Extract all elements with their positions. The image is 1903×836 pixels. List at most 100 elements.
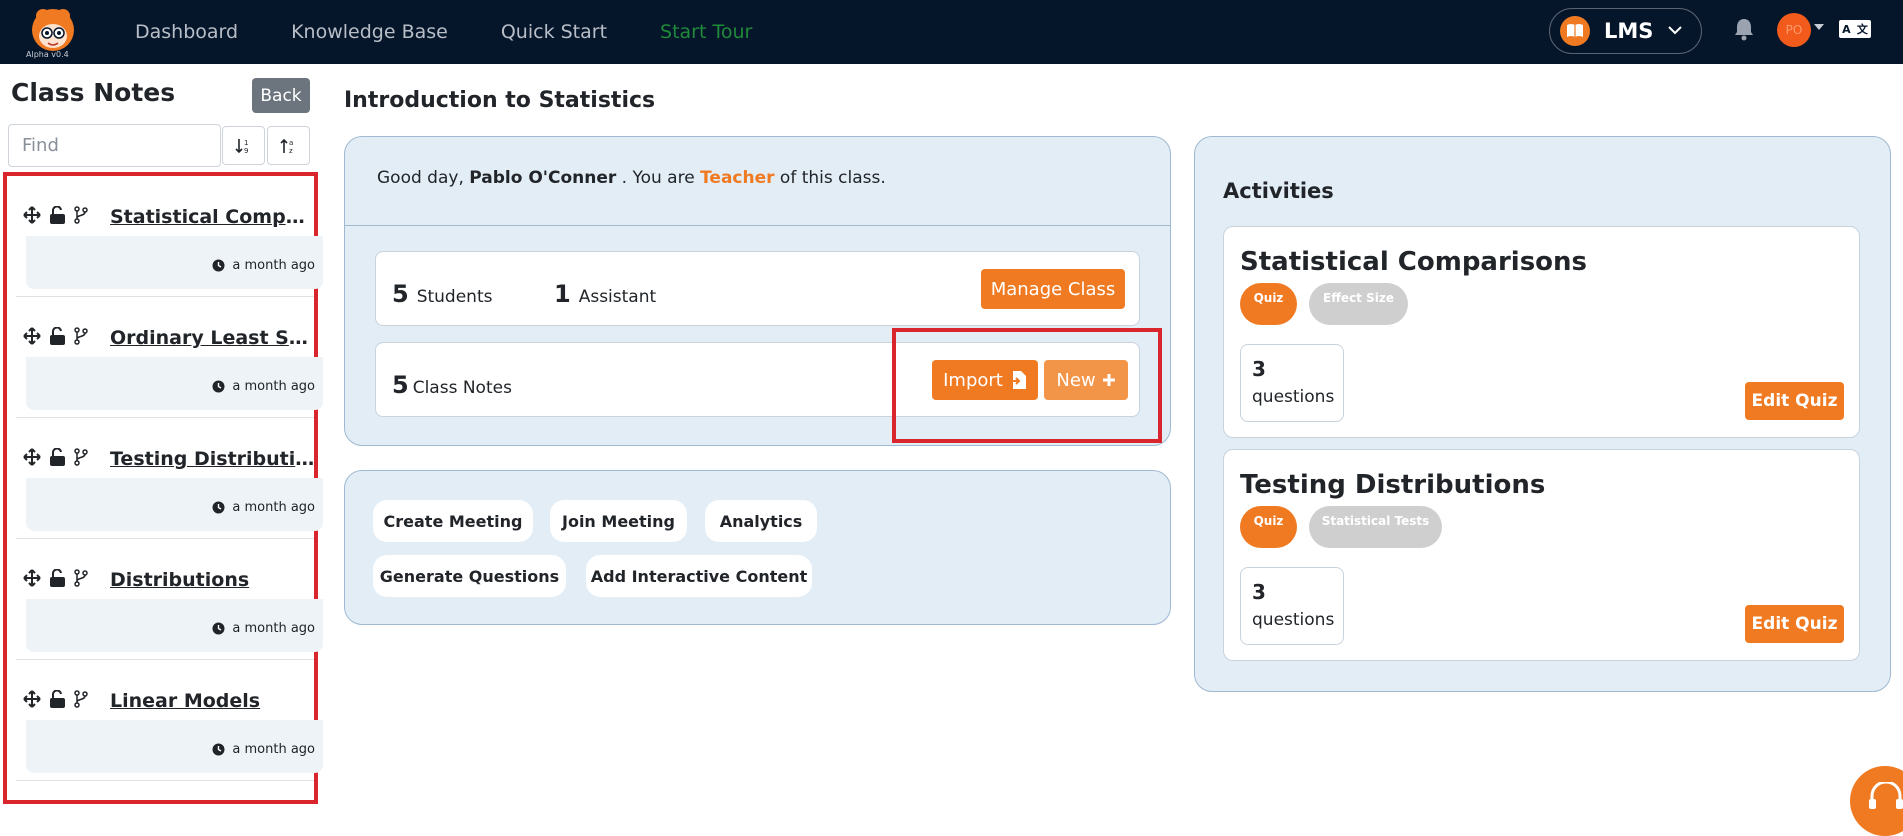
class-notes-label: Class Notes (412, 378, 512, 398)
students-count: 5 (392, 280, 409, 308)
assistants-count: 1 (554, 280, 571, 308)
question-count-box: 3 questions (1240, 344, 1344, 422)
unlock-icon[interactable] (49, 568, 66, 591)
list-item[interactable]: Linear Models a month ago (16, 660, 323, 781)
back-button[interactable]: Back (252, 78, 310, 113)
find-input[interactable] (8, 124, 221, 167)
clock-icon (212, 380, 225, 393)
sort-descending-button[interactable]: 19 (222, 126, 265, 165)
students-label: Students (416, 287, 493, 307)
activities-title: Activities (1223, 179, 1334, 203)
edit-quiz-button[interactable]: Edit Quiz (1745, 605, 1844, 643)
nav-quick-start[interactable]: Quick Start (501, 21, 607, 43)
create-meeting-button[interactable]: Create Meeting (373, 500, 533, 542)
note-title-link[interactable]: Ordinary Least Squares (110, 327, 315, 349)
move-icon[interactable] (23, 569, 41, 591)
generate-questions-button[interactable]: Generate Questions (373, 555, 566, 597)
sort-alpha-button[interactable]: az (267, 126, 310, 165)
nav-start-tour[interactable]: Start Tour (660, 21, 752, 43)
unlock-icon[interactable] (49, 326, 66, 349)
quick-actions-card: Create Meeting Join Meeting Analytics Ge… (344, 470, 1171, 625)
activity-topic-badge: Statistical Tests (1309, 506, 1442, 548)
app-switcher-label: LMS (1604, 19, 1654, 43)
branch-icon[interactable] (74, 327, 88, 349)
svg-text:a: a (289, 139, 293, 147)
note-timestamp: a month ago (232, 621, 315, 636)
unlock-icon[interactable] (49, 205, 66, 228)
nav-links: Dashboard Knowledge Base Quick Start Sta… (135, 0, 752, 64)
activity-name: Testing Distributions (1240, 470, 1546, 500)
activity-topic-badge: Effect Size (1309, 283, 1408, 325)
activity-type-badge: Quiz (1240, 283, 1297, 325)
caret-down-icon[interactable] (1814, 24, 1824, 30)
clock-icon (212, 622, 225, 635)
activities-card: Activities Statistical Comparisons Quiz … (1194, 136, 1891, 692)
members-row: 5 Students 1 Assistant Manage Class (375, 251, 1140, 326)
question-count-label: questions (1252, 387, 1335, 407)
translate-icon[interactable]: A文 (1839, 20, 1871, 38)
question-count-label: questions (1252, 610, 1335, 630)
page-title: Introduction to Statistics (344, 88, 656, 113)
sort-alpha-icon: az (279, 138, 293, 155)
note-timestamp: a month ago (232, 742, 315, 757)
help-headset-icon[interactable] (1850, 766, 1903, 836)
clock-icon (212, 501, 225, 514)
nav-dashboard[interactable]: Dashboard (135, 21, 238, 43)
unlock-icon[interactable] (49, 447, 66, 470)
list-item[interactable]: Ordinary Least Squares a month ago (16, 297, 323, 418)
note-timestamp: a month ago (232, 500, 315, 515)
class-notes-count: 5 (392, 371, 409, 399)
book-icon (1560, 16, 1590, 46)
join-meeting-button[interactable]: Join Meeting (550, 500, 687, 542)
app-switcher[interactable]: LMS (1549, 8, 1702, 54)
note-title-link[interactable]: Statistical Comparisons (110, 206, 315, 228)
highlight-box (892, 328, 1162, 443)
clock-icon (212, 259, 225, 272)
unlock-icon[interactable] (49, 689, 66, 712)
nav-knowledge-base[interactable]: Knowledge Base (291, 21, 448, 43)
branch-icon[interactable] (74, 206, 88, 228)
user-role: Teacher (700, 168, 775, 188)
greeting-text: Good day, Pablo O'Conner . You are Teach… (377, 168, 886, 188)
branch-icon[interactable] (74, 448, 88, 470)
sort-descending-icon: 19 (234, 138, 248, 155)
activity-item: Statistical Comparisons Quiz Effect Size… (1223, 226, 1860, 438)
activity-item: Testing Distributions Quiz Statistical T… (1223, 449, 1860, 661)
branch-icon[interactable] (74, 569, 88, 591)
analytics-button[interactable]: Analytics (705, 500, 817, 542)
svg-text:z: z (289, 147, 293, 155)
move-icon[interactable] (23, 327, 41, 349)
question-count-box: 3 questions (1240, 567, 1344, 645)
top-navbar: Alpha v0.4 Dashboard Knowledge Base Quic… (0, 0, 1903, 64)
assistants-label: Assistant (578, 287, 657, 307)
list-item[interactable]: Distributions a month ago (16, 539, 323, 660)
activity-type-badge: Quiz (1240, 506, 1297, 548)
note-timestamp: a month ago (232, 258, 315, 273)
question-count: 3 (1252, 580, 1266, 604)
note-timestamp: a month ago (232, 379, 315, 394)
svg-text:9: 9 (244, 147, 248, 155)
move-icon[interactable] (23, 690, 41, 712)
note-title-link[interactable]: Testing Distributions (110, 448, 315, 470)
bell-icon[interactable] (1733, 17, 1755, 41)
class-notes-list: Statistical Comparisons a month ago Ordi… (3, 172, 323, 804)
question-count: 3 (1252, 357, 1266, 381)
list-item[interactable]: Testing Distributions a month ago (16, 418, 323, 539)
sidebar-title: Class Notes (11, 78, 176, 107)
move-icon[interactable] (23, 206, 41, 228)
list-item[interactable]: Statistical Comparisons a month ago (16, 176, 323, 297)
svg-text:1: 1 (244, 139, 248, 147)
activity-name: Statistical Comparisons (1240, 247, 1588, 277)
avatar[interactable]: PO (1777, 13, 1811, 47)
move-icon[interactable] (23, 448, 41, 470)
branch-icon[interactable] (74, 690, 88, 712)
manage-class-button[interactable]: Manage Class (981, 269, 1125, 309)
edit-quiz-button[interactable]: Edit Quiz (1745, 382, 1844, 420)
clock-icon (212, 743, 225, 756)
chevron-down-icon (1667, 23, 1683, 39)
app-version: Alpha v0.4 (26, 50, 69, 59)
note-title-link[interactable]: Distributions (110, 569, 315, 591)
note-title-link[interactable]: Linear Models (110, 690, 315, 712)
add-interactive-content-button[interactable]: Add Interactive Content (586, 555, 812, 597)
user-name: Pablo O'Conner (469, 168, 617, 188)
